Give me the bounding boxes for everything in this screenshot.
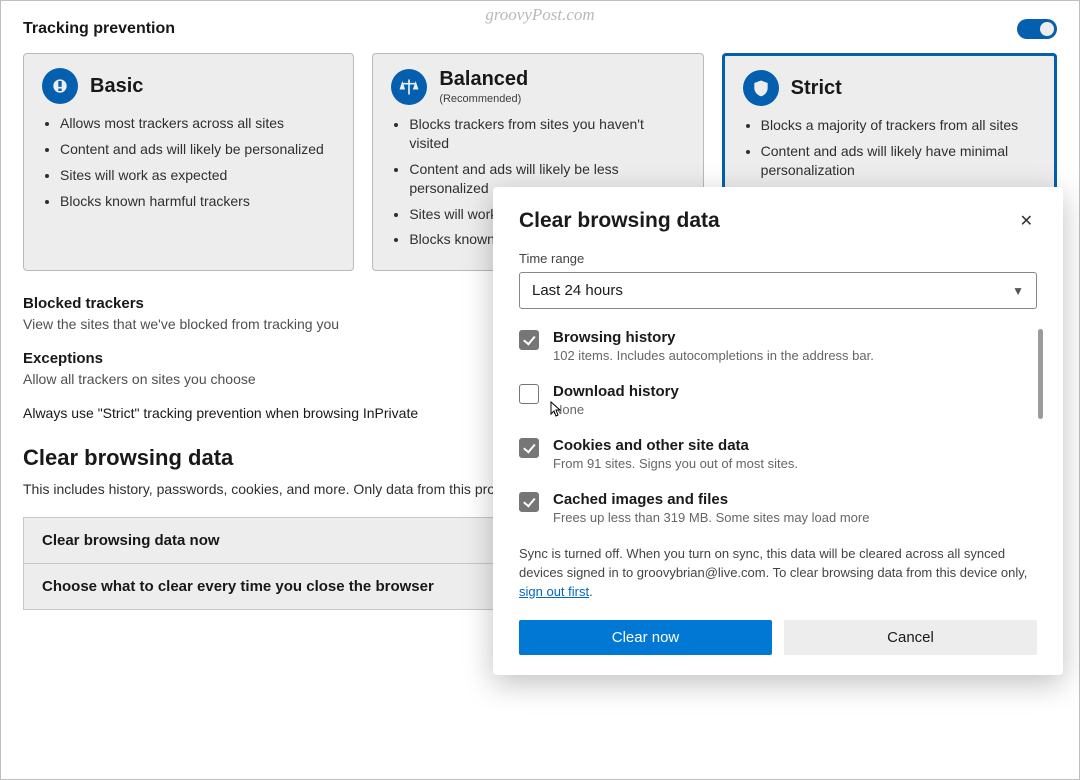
sign-out-link[interactable]: sign out first (519, 584, 589, 599)
option-cookies: Cookies and other site data From 91 site… (519, 437, 1027, 471)
card-bullet: Content and ads will likely be personali… (60, 140, 335, 159)
card-bullet: Blocks a majority of trackers from all s… (761, 116, 1036, 135)
tracking-prevention-toggle[interactable] (1017, 19, 1057, 39)
option-title: Cookies and other site data (553, 437, 798, 454)
checkbox-browsing-history[interactable] (519, 330, 539, 350)
card-bullet: Blocks trackers from sites you haven't v… (409, 115, 684, 153)
close-icon[interactable]: ✕ (1016, 209, 1037, 233)
card-bullet: Sites will work as expected (60, 166, 335, 185)
option-title: Cached images and files (553, 491, 869, 508)
option-sub: None (553, 402, 679, 417)
basic-icon (42, 68, 78, 104)
strict-icon (743, 70, 779, 106)
option-title: Download history (553, 383, 679, 400)
chevron-down-icon: ▼ (1012, 284, 1024, 298)
card-title: Strict (791, 77, 842, 100)
cancel-button[interactable]: Cancel (784, 620, 1037, 655)
card-bullet: Content and ads will likely have minimal… (761, 142, 1036, 180)
option-cached: Cached images and files Frees up less th… (519, 491, 1027, 525)
card-title: Balanced (439, 68, 528, 91)
checkbox-cached[interactable] (519, 492, 539, 512)
card-title: Basic (90, 75, 143, 98)
option-download-history: Download history None (519, 383, 1027, 417)
tracking-prevention-title: Tracking prevention (23, 20, 175, 38)
scrollbar-thumb[interactable] (1038, 329, 1043, 419)
card-basic[interactable]: Basic Allows most trackers across all si… (23, 53, 354, 271)
option-sub: 102 items. Includes autocompletions in t… (553, 348, 874, 363)
time-range-value: Last 24 hours (532, 282, 623, 299)
option-sub: Frees up less than 319 MB. Some sites ma… (553, 510, 869, 525)
clear-now-button[interactable]: Clear now (519, 620, 772, 655)
balanced-icon (391, 69, 427, 105)
checkbox-download-history[interactable] (519, 384, 539, 404)
card-subtitle: (Recommended) (439, 93, 528, 105)
card-bullet: Blocks known harmful trackers (60, 192, 335, 211)
time-range-select[interactable]: Last 24 hours ▼ (519, 272, 1037, 309)
time-range-label: Time range (519, 251, 1037, 266)
clear-browsing-data-dialog: Clear browsing data ✕ Time range Last 24… (493, 187, 1063, 675)
option-browsing-history: Browsing history 102 items. Includes aut… (519, 329, 1027, 363)
watermark-text: groovyPost.com (485, 5, 594, 25)
dialog-title: Clear browsing data (519, 209, 720, 233)
option-sub: From 91 sites. Signs you out of most sit… (553, 456, 798, 471)
card-bullet: Allows most trackers across all sites (60, 114, 335, 133)
checkbox-cookies[interactable] (519, 438, 539, 458)
sync-note: Sync is turned off. When you turn on syn… (519, 545, 1037, 602)
option-title: Browsing history (553, 329, 874, 346)
